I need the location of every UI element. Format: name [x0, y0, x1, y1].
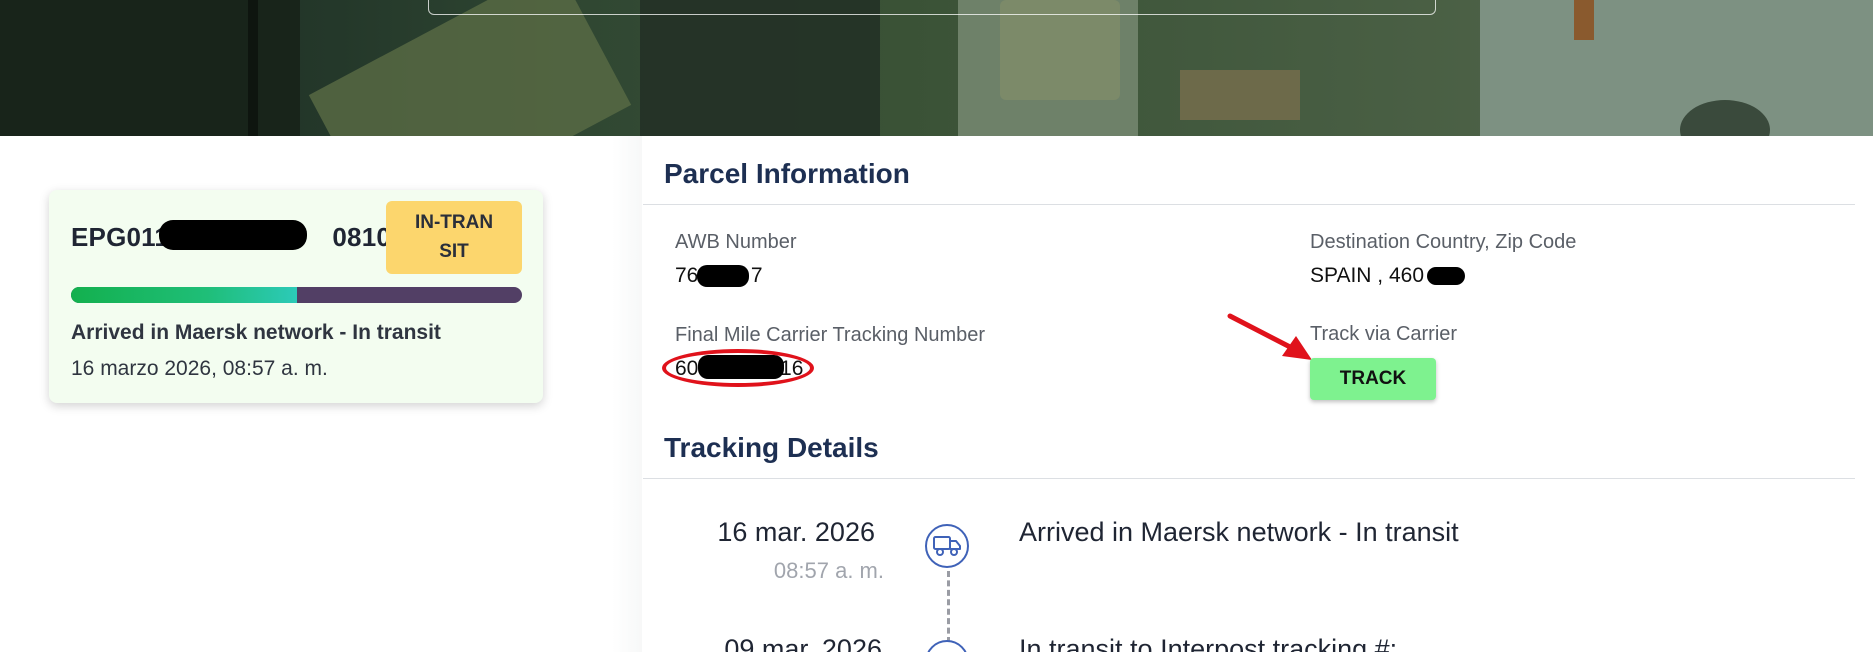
destination-label: Destination Country, Zip Code — [1310, 231, 1577, 253]
hero-image-light — [1574, 0, 1594, 40]
status-badge-label: IN-TRANSIT — [414, 212, 494, 262]
hero-image-cardbox — [1180, 70, 1300, 120]
redaction-mark — [159, 220, 307, 250]
track-via-carrier-label: Track via Carrier — [1310, 323, 1458, 345]
redaction-mark — [697, 265, 749, 287]
package-icon — [925, 640, 969, 652]
final-mile-tracking-label: Final Mile Carrier Tracking Number — [675, 324, 986, 346]
hero-banner — [0, 0, 1873, 136]
truck-icon — [925, 524, 969, 568]
hero-image-box — [308, 0, 632, 136]
event-time: 08:57 a. m. — [773, 558, 884, 583]
parcel-information-heading: Parcel Information — [664, 158, 910, 189]
search-box-outline[interactable] — [428, 0, 1436, 15]
hero-image-person — [640, 0, 880, 136]
redaction-mark — [1427, 267, 1465, 285]
destination-value: SPAIN , 460 — [1310, 264, 1425, 287]
event-date: 09 mar. 2026 — [724, 634, 882, 652]
track-via-carrier-button[interactable]: TRACK — [1310, 358, 1436, 400]
hero-image-door-edge — [248, 0, 258, 136]
status-badge: IN-TRANSIT — [386, 201, 522, 274]
section-divider — [643, 478, 1855, 479]
latest-status-date: 16 marzo 2026, 08:57 a. m. — [71, 357, 328, 380]
annotation-arrow-icon — [1227, 313, 1312, 360]
column-divider — [612, 136, 642, 652]
progress-bar — [71, 287, 522, 303]
latest-status-text: Arrived in Maersk network - In transit — [71, 321, 441, 344]
annotation-circle — [662, 349, 814, 387]
section-divider — [643, 204, 1855, 205]
event-description: Arrived in Maersk network - In transit — [1019, 517, 1459, 547]
timeline-connector — [947, 571, 950, 643]
hero-image-van-panel — [1000, 0, 1120, 100]
shipment-status-card[interactable]: EPG011 0810 IN-TRANSIT Arrived in Maersk… — [49, 190, 543, 403]
progress-bar-fill — [71, 287, 297, 303]
tracking-details-heading: Tracking Details — [664, 432, 879, 463]
awb-number-label: AWB Number — [675, 231, 797, 253]
event-date: 16 mar. 2026 — [717, 517, 875, 547]
hero-image-van-body — [1480, 0, 1873, 136]
event-description: In transit to Interpost tracking #: — [1019, 634, 1398, 652]
